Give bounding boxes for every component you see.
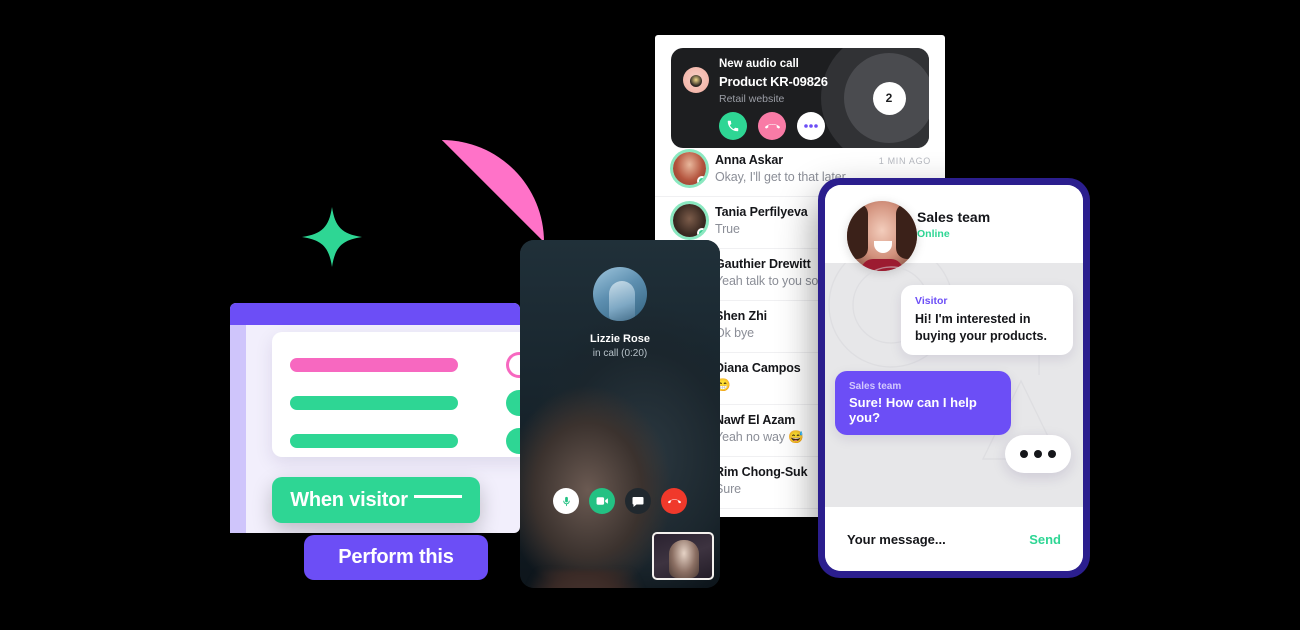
phone-icon [727, 120, 739, 132]
setting-row [290, 390, 556, 416]
video-call-controls [520, 488, 720, 514]
remote-video-subject [520, 570, 660, 588]
message-author: Sales team [849, 381, 902, 392]
avatar [673, 152, 706, 185]
call-subtitle: Retail website [719, 93, 785, 105]
microphone-icon [562, 496, 570, 506]
avatar [673, 204, 706, 237]
chat-team-name: Sales team [917, 208, 991, 225]
chat-input-bar: Your message... Send [825, 507, 1083, 571]
chat-message-outgoing: Sales team Sure! How can I help you? [835, 371, 1011, 435]
camera-button[interactable] [589, 488, 615, 514]
chat-widget-screen: Sales team Online Visitor Hi! I'm intere… [825, 185, 1083, 571]
call-ring-inner: 2 [844, 53, 929, 143]
call-rings-decoration: 2 [821, 48, 929, 148]
mic-button[interactable] [553, 488, 579, 514]
setting-label-placeholder [290, 358, 458, 372]
caller-avatar [683, 67, 709, 93]
accept-call-button[interactable] [719, 112, 747, 140]
action-chip-label: Perform this [338, 546, 454, 568]
typing-dot [1034, 450, 1042, 458]
chat-widget-phone: Sales team Online Visitor Hi! I'm intere… [818, 178, 1090, 578]
setting-row [290, 428, 556, 454]
avatar [593, 267, 647, 321]
call-title: Product KR-09826 [719, 74, 828, 89]
online-status-dot [697, 228, 706, 237]
trigger-chip-label: When visitor [290, 488, 408, 511]
avatar-smile [874, 241, 892, 253]
self-video-thumbnail[interactable] [652, 532, 714, 580]
incoming-audio-call-card: 2 New audio call Product KR-09826 Retail… [671, 48, 929, 148]
video-camera-icon [596, 497, 608, 505]
panel-sidebar [230, 325, 246, 533]
participant-name: Lizzie Rose [590, 333, 650, 345]
typing-dot [1048, 450, 1056, 458]
avatar-hair-right [896, 203, 917, 259]
screenshot-stage: When visitor Perform this Anna Askar Oka… [0, 0, 1300, 630]
more-options-button[interactable] [797, 112, 825, 140]
hang-up-button[interactable] [661, 488, 687, 514]
chat-bubble-icon [632, 496, 644, 507]
call-actions [719, 112, 825, 140]
message-input[interactable]: Your message... [847, 532, 946, 547]
panel-title-bar [230, 303, 520, 325]
call-heading: New audio call [719, 58, 799, 70]
call-status: in call (0:20) [592, 348, 648, 359]
decline-call-button[interactable] [758, 112, 786, 140]
status-badge: Online [917, 227, 950, 240]
setting-label-placeholder [290, 396, 458, 410]
chat-message-area: Visitor Hi! I'm interested in buying you… [825, 263, 1083, 507]
setting-row [290, 352, 556, 378]
phone-hangup-icon [667, 498, 681, 503]
arc-decoration-icon [442, 140, 544, 242]
chat-button[interactable] [625, 488, 651, 514]
online-status-dot [697, 176, 706, 185]
video-call-card: Lizzie Rose in call (0:20) [520, 240, 720, 588]
phone-hangup-icon [764, 123, 780, 128]
message-text: Hi! I'm interested in buying your produc… [915, 312, 1047, 343]
send-button[interactable]: Send [1029, 532, 1061, 547]
action-chip[interactable]: Perform this [304, 535, 488, 580]
trigger-chip[interactable]: When visitor [272, 477, 480, 523]
typing-indicator [1005, 435, 1071, 473]
avatar [847, 201, 917, 271]
avatar-hair-left [847, 203, 868, 259]
chat-message-incoming: Visitor Hi! I'm interested in buying you… [901, 285, 1073, 355]
call-count-badge: 2 [872, 81, 906, 115]
typing-dot [1020, 450, 1028, 458]
contact-timestamp: 1 MIN AGO [878, 156, 931, 166]
trigger-blank-field[interactable] [413, 494, 462, 498]
star-decoration-icon [302, 207, 362, 267]
message-text: Sure! How can I help you? [849, 395, 977, 425]
message-author: Visitor [915, 295, 948, 307]
ellipsis-icon [804, 124, 818, 128]
setting-label-placeholder [290, 434, 458, 448]
chat-widget-header: Sales team Online [825, 185, 1083, 271]
